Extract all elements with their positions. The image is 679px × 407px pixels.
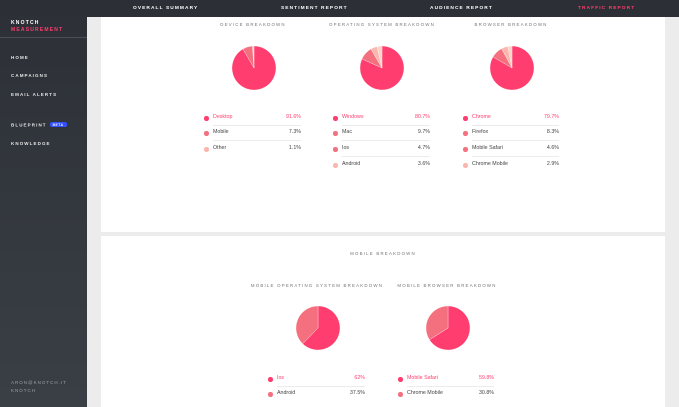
legend-row-mac: Mac 9.7% [333,128,430,141]
legend-row-mobile-safari: Mobile Safari 59.8% [398,374,494,387]
legend-divider [342,140,430,141]
legend-divider [213,140,301,141]
sidebar: KNOTCH MEASUREMENT HOME CAMPAIGNS EMAIL … [0,0,87,407]
beta-badge: BETA [49,122,67,127]
legend-divider [213,125,301,126]
brand-subtitle: MEASUREMENT [11,27,64,33]
legend-divider [472,125,559,126]
browser-pie-chart [489,45,535,91]
tab-audience-report[interactable]: AUDIENCE REPORT [430,6,493,11]
legend-divider [342,156,430,157]
legend-row-desktop: Desktop 91.6% [204,113,301,126]
legend-row-ios: Ios 62% [268,374,365,387]
brand-logo[interactable]: KNOTCH MEASUREMENT [11,20,63,34]
legend-divider [472,140,559,141]
mobile-os-pie-chart [295,305,341,351]
legend-dot [333,131,338,136]
user-email[interactable]: ARON@KNOTCH.IT [11,380,67,385]
legend-divider [277,386,365,387]
os-breakdown-title: OPERATING SYSTEM BREAKDOWN [328,22,436,27]
legend-dot [204,116,209,121]
legend-row-android: Android 3.6% [333,160,430,172]
legend-dot [463,147,468,152]
legend-dot [204,131,209,136]
sidebar-item-email-alerts[interactable]: EMAIL ALERTS [11,92,57,97]
mobile-os-breakdown-title: MOBILE OPERATING SYSTEM BREAKDOWN [250,283,384,288]
tab-sentiment-report[interactable]: SENTIMENT REPORT [281,6,348,11]
device-breakdown-title: DEVICE BREAKDOWN [220,22,286,27]
legend-dot [268,392,273,397]
legend-dot [333,163,338,168]
legend-row-chrome-mobile: Chrome Mobile 30.8% [398,389,494,401]
legend-row-mobile-safari: Mobile Safari 4.6% [463,144,559,157]
tab-overall-summary[interactable]: OVERALL SUMMARY [133,6,198,11]
legend-dot [398,392,403,397]
legend-row-chrome-mobile: Chrome Mobile 2.9% [463,160,559,172]
legend-row-other: Other 1.1% [204,144,301,156]
legend-row-ios: Ios 4.7% [333,144,430,157]
browser-breakdown-title: BROWSER BREAKDOWN [474,22,548,27]
brand-divider [0,37,87,38]
brand-name: KNOTCH [11,20,40,26]
sidebar-item-knowledge[interactable]: KNOWLEDGE [11,141,51,146]
legend-row-windows: Windows 80.7% [333,113,430,126]
legend-dot [333,147,338,152]
tab-traffic-report[interactable]: TRAFFIC REPORT [578,6,635,11]
sidebar-item-blueprint[interactable]: BLUEPRINT BETA [11,122,67,128]
legend-row-android: Android 37.5% [268,389,365,401]
legend-dot [463,131,468,136]
legend-dot [463,163,468,168]
user-org: KNOTCH [11,388,36,393]
breakdown-card: DEVICE BREAKDOWN OPERATING SYSTEM BREAKD… [101,17,665,232]
legend-row-firefox: Firefox 8.3% [463,128,559,141]
device-pie-chart [231,45,277,91]
legend-row-mobile: Mobile 7.3% [204,128,301,141]
mobile-breakdown-title: MOBILE BREAKDOWN [350,251,416,256]
legend-row-chrome: Chrome 79.7% [463,113,559,126]
sidebar-item-home[interactable]: HOME [11,55,29,60]
legend-divider [407,386,494,387]
mobile-browser-pie-chart [425,305,471,351]
mobile-breakdown-card: MOBILE BREAKDOWN MOBILE OPERATING SYSTEM… [101,236,665,407]
top-nav: OVERALL SUMMARY SENTIMENT REPORT AUDIENC… [87,0,679,17]
mobile-browser-breakdown-title: MOBILE BROWSER BREAKDOWN [397,283,497,288]
sidebar-item-campaigns[interactable]: CAMPAIGNS [11,73,48,78]
legend-divider [342,125,430,126]
legend-dot [268,377,273,382]
os-pie-chart [359,45,405,91]
legend-dot [333,116,338,121]
legend-dot [463,116,468,121]
legend-dot [398,377,403,382]
sidebar-item-label: BLUEPRINT [11,122,47,128]
legend-dot [204,147,209,152]
legend-divider [472,156,559,157]
